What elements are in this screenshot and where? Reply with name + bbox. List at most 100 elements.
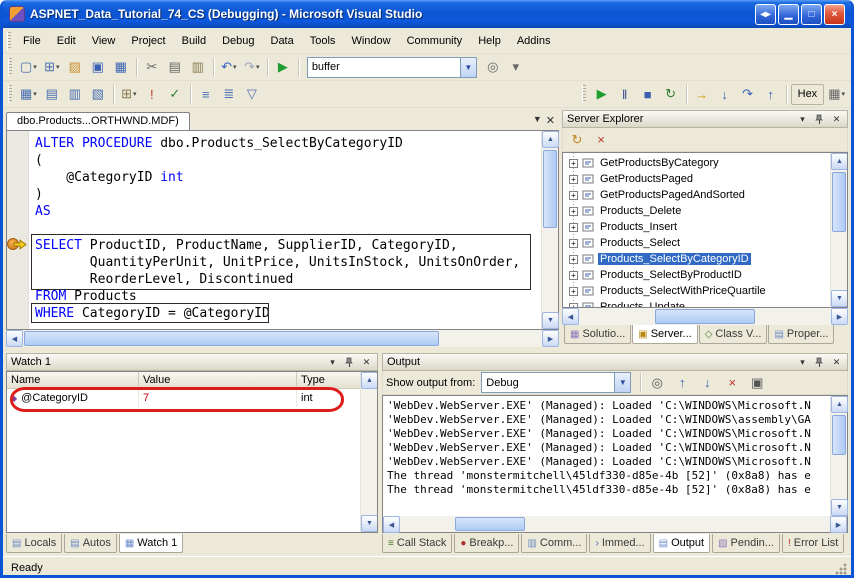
previous-message-icon[interactable]: ↑ — [671, 372, 693, 394]
tab-class-v[interactable]: ◇Class V... — [699, 325, 768, 344]
tree-item-products_selectbyproductid[interactable]: +Products_SelectByProductID — [565, 267, 830, 283]
tree-vertical-scrollbar[interactable]: ▲ ▼ — [830, 153, 847, 307]
stop-refresh-icon[interactable]: × — [590, 129, 612, 151]
tree-item-getproductspaged[interactable]: +GetProductsPaged — [565, 171, 830, 187]
tab-proper[interactable]: ▤Proper... — [768, 325, 834, 344]
find-message-icon[interactable]: ◎ — [646, 372, 668, 394]
close-document-icon[interactable]: ✕ — [546, 114, 555, 127]
code-text[interactable]: ALTER PROCEDURE dbo.Products_SelectByCat… — [29, 131, 541, 329]
resize-grip[interactable] — [835, 563, 847, 575]
watch-vertical-scrollbar[interactable]: ▲ ▼ — [360, 372, 377, 532]
expand-icon[interactable]: + — [569, 175, 578, 184]
expand-icon[interactable]: + — [569, 223, 578, 232]
find-combobox-value[interactable]: buffer — [308, 61, 460, 73]
expand-icon[interactable]: + — [569, 287, 578, 296]
tree-item-products_selectbycategoryid[interactable]: +Products_SelectByCategoryID — [565, 251, 830, 267]
scroll-up-icon[interactable]: ▲ — [361, 372, 378, 389]
pin-icon[interactable] — [343, 356, 356, 369]
tab-comm[interactable]: ▥Comm... — [521, 534, 587, 553]
menu-item-community[interactable]: Community — [399, 30, 471, 52]
menu-item-help[interactable]: Help — [470, 30, 509, 52]
expand-icon[interactable]: + — [569, 303, 578, 308]
copy-icon[interactable]: ▤ — [164, 56, 186, 78]
show-diagram-pane-icon[interactable]: ▦▾ — [17, 83, 40, 105]
scroll-right-icon[interactable]: ▶ — [542, 330, 559, 347]
scroll-down-icon[interactable]: ▼ — [831, 499, 848, 516]
menu-item-project[interactable]: Project — [123, 30, 173, 52]
scroll-down-icon[interactable]: ▼ — [542, 312, 559, 329]
add-item-icon[interactable]: ⊞▾ — [41, 56, 63, 78]
clear-all-icon[interactable]: × — [721, 372, 743, 394]
save-all-icon[interactable]: ▦ — [110, 56, 132, 78]
menu-item-debug[interactable]: Debug — [214, 30, 262, 52]
menu-item-view[interactable]: View — [84, 30, 124, 52]
tree-item-products_delete[interactable]: +Products_Delete — [565, 203, 830, 219]
column-value[interactable]: Value — [139, 372, 297, 389]
step-into-icon[interactable]: ↓ — [714, 83, 736, 105]
tab-watch-1[interactable]: ▦Watch 1 — [119, 534, 183, 553]
tree-item-products_selectwithpricequartile[interactable]: +Products_SelectWithPriceQuartile — [565, 283, 830, 299]
tab-pendin[interactable]: ▧Pendin... — [712, 534, 780, 553]
scroll-left-icon[interactable]: ◀ — [383, 516, 400, 533]
expand-icon[interactable]: + — [569, 159, 578, 168]
dropdown-arrow-icon[interactable]: ▾ — [256, 63, 260, 71]
scrollbar-thumb[interactable] — [543, 150, 557, 228]
paste-icon[interactable]: ▥ — [187, 56, 209, 78]
tab-call-stack[interactable]: ≡Call Stack — [382, 534, 452, 553]
tab-server[interactable]: ▣Server... — [632, 325, 697, 344]
tab-immed[interactable]: ›Immed... — [589, 534, 650, 553]
menu-item-tools[interactable]: Tools — [302, 30, 344, 52]
scroll-up-icon[interactable]: ▲ — [542, 131, 559, 148]
scrollbar-thumb[interactable] — [832, 172, 846, 232]
output-source-combobox[interactable]: Debug ▼ — [481, 372, 631, 393]
undo-icon[interactable]: ↶▾ — [218, 56, 240, 78]
tab-locals[interactable]: ▤Locals — [6, 534, 62, 553]
step-over-icon[interactable]: ↷ — [737, 83, 759, 105]
hex-button[interactable]: Hex — [791, 84, 825, 105]
scrollbar-thumb[interactable] — [24, 331, 439, 346]
close-icon[interactable]: ✕ — [360, 356, 373, 369]
menu-item-edit[interactable]: Edit — [49, 30, 84, 52]
tree-item-products_select[interactable]: +Products_Select — [565, 235, 830, 251]
scroll-up-icon[interactable]: ▲ — [831, 153, 848, 170]
memory-window-icon[interactable]: ▦▾ — [825, 83, 848, 105]
scroll-down-icon[interactable]: ▼ — [361, 515, 378, 532]
tree-horizontal-scrollbar[interactable]: ◀ ▶ — [562, 308, 848, 325]
dropdown-arrow-icon[interactable]: ▾ — [841, 90, 845, 98]
show-sql-pane-icon[interactable]: ▥ — [64, 83, 86, 105]
menu-item-data[interactable]: Data — [263, 30, 302, 52]
combobox-dropdown-icon[interactable]: ▼ — [460, 58, 476, 77]
tree-item-getproductsbycategory[interactable]: +GetProductsByCategory — [565, 155, 830, 171]
find-icon[interactable]: ◎ — [482, 56, 504, 78]
close-icon[interactable]: ✕ — [830, 113, 843, 126]
sort-ascending-icon[interactable]: ≡ — [195, 83, 217, 105]
tab-autos[interactable]: ▤Autos — [64, 534, 117, 553]
editor-gutter[interactable] — [7, 131, 29, 329]
show-next-statement-icon[interactable]: → — [691, 83, 713, 105]
scrollbar-thumb[interactable] — [832, 415, 846, 455]
window-menu-icon[interactable]: ▾ — [796, 356, 809, 369]
output-vertical-scrollbar[interactable]: ▲ ▼ — [830, 396, 847, 516]
open-file-icon[interactable]: ▨ — [64, 56, 86, 78]
expand-icon[interactable]: + — [569, 239, 578, 248]
pin-icon[interactable] — [813, 356, 826, 369]
window-switch-button[interactable]: ◂▸ — [755, 4, 776, 25]
step-out-icon[interactable]: ↑ — [760, 83, 782, 105]
dropdown-arrow-icon[interactable]: ▾ — [133, 90, 137, 98]
scrollbar-thumb[interactable] — [655, 309, 756, 324]
show-results-pane-icon[interactable]: ▧ — [87, 83, 109, 105]
close-icon[interactable]: ✕ — [830, 356, 843, 369]
expand-icon[interactable]: + — [569, 255, 578, 264]
execute-sql-icon[interactable]: ! — [141, 83, 163, 105]
window-menu-icon[interactable]: ▾ — [796, 113, 809, 126]
output-source-value[interactable]: Debug — [482, 377, 614, 389]
tree-item-getproductspagedandsorted[interactable]: +GetProductsPagedAndSorted — [565, 187, 830, 203]
refresh-icon[interactable]: ↻ — [566, 129, 588, 151]
editor-horizontal-scrollbar[interactable]: ◀ ▶ — [6, 330, 559, 347]
menu-item-build[interactable]: Build — [174, 30, 214, 52]
expand-icon[interactable]: + — [569, 207, 578, 216]
document-tab[interactable]: dbo.Products...ORTHWND.MDF) — [6, 112, 190, 130]
minimize-button[interactable]: ▁ — [778, 4, 799, 25]
column-name[interactable]: Name — [7, 372, 139, 389]
menu-item-window[interactable]: Window — [343, 30, 398, 52]
